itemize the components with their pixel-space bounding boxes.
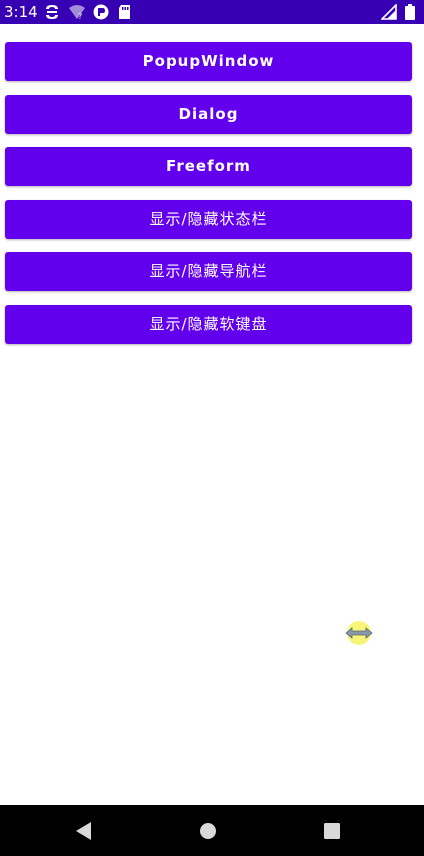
button-list: PopupWindow Dialog Freeform 显示/隐藏状态栏 显示/… [5, 42, 412, 358]
status-time: 3:14 [4, 3, 38, 21]
recents-icon[interactable] [320, 819, 344, 843]
battery-icon [405, 4, 415, 20]
toggle-status-bar-button[interactable]: 显示/隐藏状态栏 [5, 199, 412, 239]
app-screen: 3:14 ? PopupWindow Dialog Freeform 显示/隐藏… [0, 0, 424, 856]
svg-text:?: ? [78, 12, 82, 20]
toggle-soft-keyboard-button[interactable]: 显示/隐藏软键盘 [5, 304, 412, 344]
sync-icon [46, 5, 58, 19]
wifi-question-icon: ? [69, 5, 85, 20]
navigation-bar [0, 805, 424, 856]
sd-card-icon [119, 5, 130, 19]
back-icon[interactable] [72, 819, 96, 843]
status-bar: 3:14 ? [0, 0, 424, 24]
home-icon[interactable] [196, 819, 220, 843]
drag-cursor-icon [345, 621, 373, 645]
app-notification-icon [93, 4, 109, 20]
freeform-button[interactable]: Freeform [5, 147, 412, 187]
cellular-signal-icon [381, 4, 397, 20]
popupwindow-button[interactable]: PopupWindow [5, 42, 412, 81]
dialog-button[interactable]: Dialog [5, 94, 412, 134]
toggle-navigation-bar-button[interactable]: 显示/隐藏导航栏 [5, 252, 412, 292]
